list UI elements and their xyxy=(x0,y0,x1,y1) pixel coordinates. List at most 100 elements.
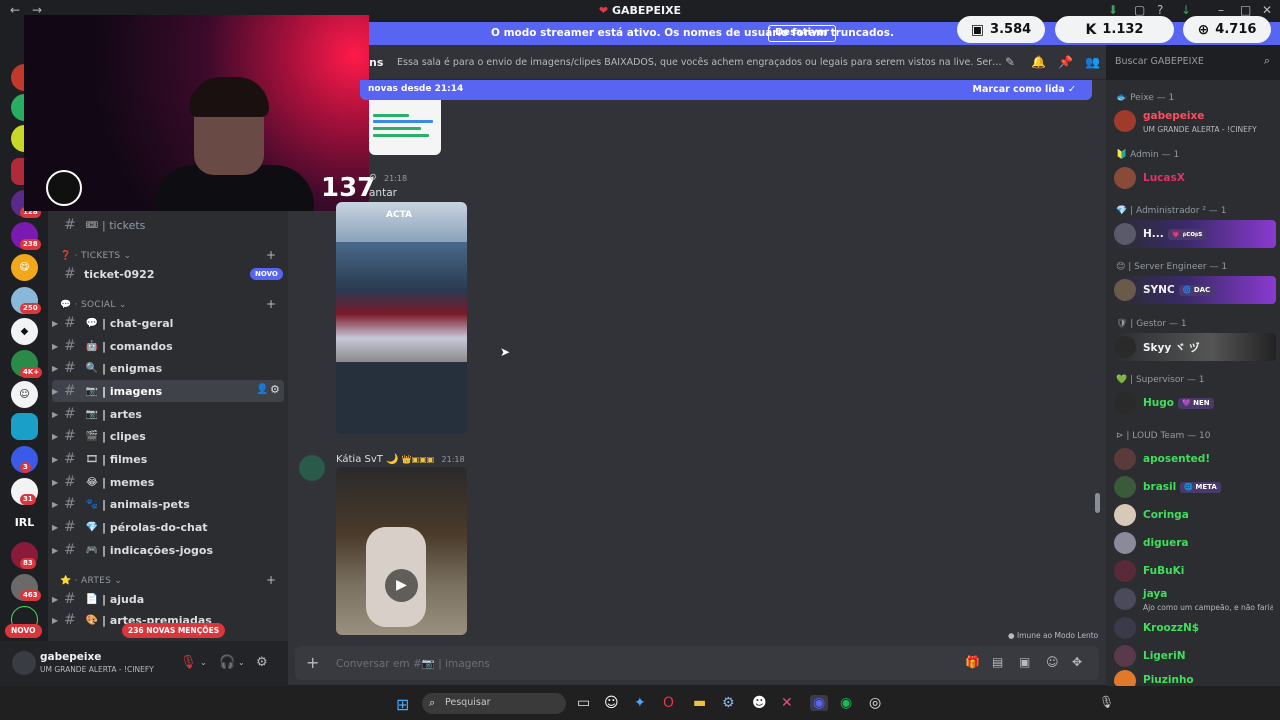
channel-comandos[interactable]: ▶ # 🤖 | comandos xyxy=(52,335,284,357)
member-item[interactable]: H... 💗 ᵦcoᵦs xyxy=(1114,220,1276,248)
member-item[interactable]: aposented! xyxy=(1114,445,1276,473)
emoji-icon[interactable]: ☺ xyxy=(1046,655,1059,669)
member-item[interactable]: Coringa xyxy=(1114,501,1276,529)
category-social[interactable]: 💬 · SOCIAL ⌄ xyxy=(60,300,127,310)
app-smiley-icon[interactable]: ☻ xyxy=(752,695,767,711)
channel-imagens[interactable]: ▶ # 📷 | imagens 👤 ⚙ xyxy=(52,380,284,402)
apps-icon[interactable]: ✥ xyxy=(1072,655,1082,669)
chevron-down-icon[interactable]: ⌄ xyxy=(200,658,207,667)
gif-icon[interactable]: ▤ xyxy=(992,655,1003,669)
channel-animais-pets[interactable]: ▶ # 🐾 | animais-pets xyxy=(52,493,284,515)
microphone-icon[interactable]: 🎙 xyxy=(1099,695,1114,709)
maximize-icon[interactable]: □ xyxy=(1240,3,1251,17)
capcut-icon[interactable]: ✕ xyxy=(781,695,793,711)
message-input[interactable]: Conversar em #📷 | imagens xyxy=(336,657,490,670)
member-item[interactable]: LucasX xyxy=(1114,164,1276,192)
channel-perolas-do-chat[interactable]: ▶ # 💎 | pérolas-do-chat xyxy=(52,516,284,538)
member-item[interactable]: KroozzN$ xyxy=(1114,614,1276,642)
windows-start-icon[interactable]: ⊞ xyxy=(396,695,409,714)
headphones-icon[interactable]: 🎧 xyxy=(219,655,235,670)
member-item[interactable]: diguera xyxy=(1114,529,1276,557)
channel-tickets[interactable]: # 🎟 | tickets xyxy=(52,214,284,236)
new-unread-pill[interactable]: NOVO xyxy=(5,624,42,638)
member-item[interactable]: LigeriN xyxy=(1114,642,1276,670)
channel-artes[interactable]: ▶ # 📷 | artes xyxy=(52,403,284,425)
obs-icon[interactable]: ◎ xyxy=(869,695,881,711)
channel-filmes[interactable]: ▶ # 🎞 | filmes xyxy=(52,448,284,470)
search-input[interactable]: Buscar GABEPEIXE xyxy=(1115,56,1204,67)
disable-streamer-mode-button[interactable]: Desativar xyxy=(768,25,837,42)
new-messages-bar[interactable]: novas desde 21:14 Marcar como lida ✓ xyxy=(360,80,1092,100)
emoji-server-icon[interactable]: 😋 xyxy=(11,254,38,281)
video-attachment[interactable]: ▶ xyxy=(336,467,467,635)
search-bar[interactable]: Buscar GABEPEIXE ⌕ xyxy=(1110,52,1275,72)
sticker-icon[interactable]: ▣ xyxy=(1019,655,1030,669)
inbox-icon[interactable]: ▢ xyxy=(1134,3,1145,17)
attach-plus-icon[interactable]: + xyxy=(306,653,319,672)
settings-gear-icon[interactable]: ⚙ xyxy=(256,655,268,670)
channel-memes[interactable]: ▶ # 😂 | memes xyxy=(52,471,284,493)
category-tickets[interactable]: ❓ · TICKETS ⌄ xyxy=(60,251,131,261)
minimize-icon[interactable]: – xyxy=(1218,3,1224,17)
spotify-icon[interactable]: ◉ xyxy=(840,695,852,711)
irl-server-icon[interactable]: IRL xyxy=(11,509,38,536)
channel-ticket-0922[interactable]: # ticket-0922 NOVO xyxy=(52,263,284,285)
opera-icon[interactable]: O xyxy=(663,695,674,711)
member-item[interactable]: jaya Ajo como um campeão, e não faria... xyxy=(1114,585,1276,613)
gear-icon[interactable]: ⚙ xyxy=(270,383,280,396)
file-explorer-icon[interactable]: ▬ xyxy=(693,695,706,711)
app-smiley-icon[interactable]: ☺ xyxy=(604,695,619,711)
member-item[interactable]: FuBuKi xyxy=(1114,557,1276,585)
channel-list: # 🎟 | tickets ❓ · TICKETS ⌄ + # ticket-0922… xyxy=(48,211,288,641)
member-item[interactable]: Hugo 💜 NEN xyxy=(1114,389,1276,417)
message-author[interactable]: Kátia SvT 🌙 👑▣▣▣ 21:18 xyxy=(336,454,465,465)
member-item[interactable]: Piuzinho xyxy=(1114,670,1276,686)
play-icon[interactable]: ▶ xyxy=(385,569,418,602)
channel-enigmas[interactable]: ▶ # 🔍 | enigmas xyxy=(52,357,284,379)
discord-icon[interactable]: ◉ xyxy=(810,695,829,711)
download-icon[interactable]: ↓ xyxy=(1181,3,1191,17)
update-icon[interactable]: ⬇ xyxy=(1108,3,1118,17)
channel-clipes[interactable]: ▶ # 🎬 | clipes xyxy=(52,425,284,447)
pin-icon[interactable]: 📌 xyxy=(1058,55,1073,69)
channel-chat-geral[interactable]: ▶ # 💬 | chat-geral xyxy=(52,312,284,334)
gift-icon[interactable]: 🎁 xyxy=(965,655,980,669)
member-item[interactable]: brasil 🌐 META xyxy=(1114,473,1276,501)
new-mentions-pill[interactable]: 236 NOVAS MENÇÕES xyxy=(122,623,226,638)
steam-icon[interactable]: ⚙ xyxy=(722,695,735,711)
avatar[interactable] xyxy=(12,651,36,675)
help-icon[interactable]: ? xyxy=(1157,3,1163,17)
add-channel-icon[interactable]: + xyxy=(266,248,276,262)
expand-arrow-icon: ▶ xyxy=(52,522,59,532)
threads-icon[interactable]: ✎ xyxy=(1005,55,1015,69)
server-icon[interactable]: ◆ xyxy=(11,318,38,345)
avatar xyxy=(1114,504,1136,526)
chevron-down-icon[interactable]: ⌄ xyxy=(238,658,245,667)
invite-icon[interactable]: 👤 xyxy=(256,384,268,395)
copilot-icon[interactable]: ✦ xyxy=(634,695,646,711)
member-item[interactable]: gabepeixe UM GRANDE ALERTA - !CINEFY xyxy=(1114,107,1276,135)
task-view-icon[interactable]: ▭ xyxy=(577,695,590,711)
server-icon[interactable] xyxy=(11,413,38,440)
image-attachment[interactable] xyxy=(369,100,441,155)
taskbar-search[interactable]: ⌕ Pesquisar xyxy=(422,693,566,714)
category-artes[interactable]: ⭐ · ARTES ⌄ xyxy=(60,576,122,586)
channel-topic[interactable]: Essa sala é para o envio de imagens/clip… xyxy=(397,57,1007,68)
scrollbar-thumb[interactable] xyxy=(1095,493,1100,513)
channel-indicacoes-jogos[interactable]: ▶ # 🎮 | indicações-jogos xyxy=(52,539,284,561)
bell-icon[interactable]: 🔔 xyxy=(1031,55,1046,69)
channel-ajuda[interactable]: ▶ # 📄 | ajuda xyxy=(52,588,284,610)
add-channel-icon[interactable]: + xyxy=(266,573,276,587)
add-channel-icon[interactable]: + xyxy=(266,297,276,311)
smiley-server-icon[interactable]: ☺ xyxy=(11,381,38,408)
member-item[interactable]: Skyy ヾ ヅ xyxy=(1114,333,1276,361)
member-item[interactable]: SYNC 🌀 DAC xyxy=(1114,276,1276,304)
avatar[interactable] xyxy=(299,455,325,481)
member-list-icon[interactable]: 👥 xyxy=(1085,55,1100,69)
image-attachment[interactable]: ACTA xyxy=(336,202,467,434)
mic-muted-icon[interactable]: 🎙 xyxy=(180,655,197,670)
message-composer[interactable]: + Conversar em #📷 | imagens 🎁 ▤ ▣ ☺ ✥ xyxy=(295,646,1099,680)
close-window-icon[interactable]: ✕ xyxy=(1262,3,1272,17)
mark-as-read-button[interactable]: Marcar como lida ✓ xyxy=(973,84,1076,95)
taskbar-search-input[interactable]: Pesquisar xyxy=(445,697,491,708)
